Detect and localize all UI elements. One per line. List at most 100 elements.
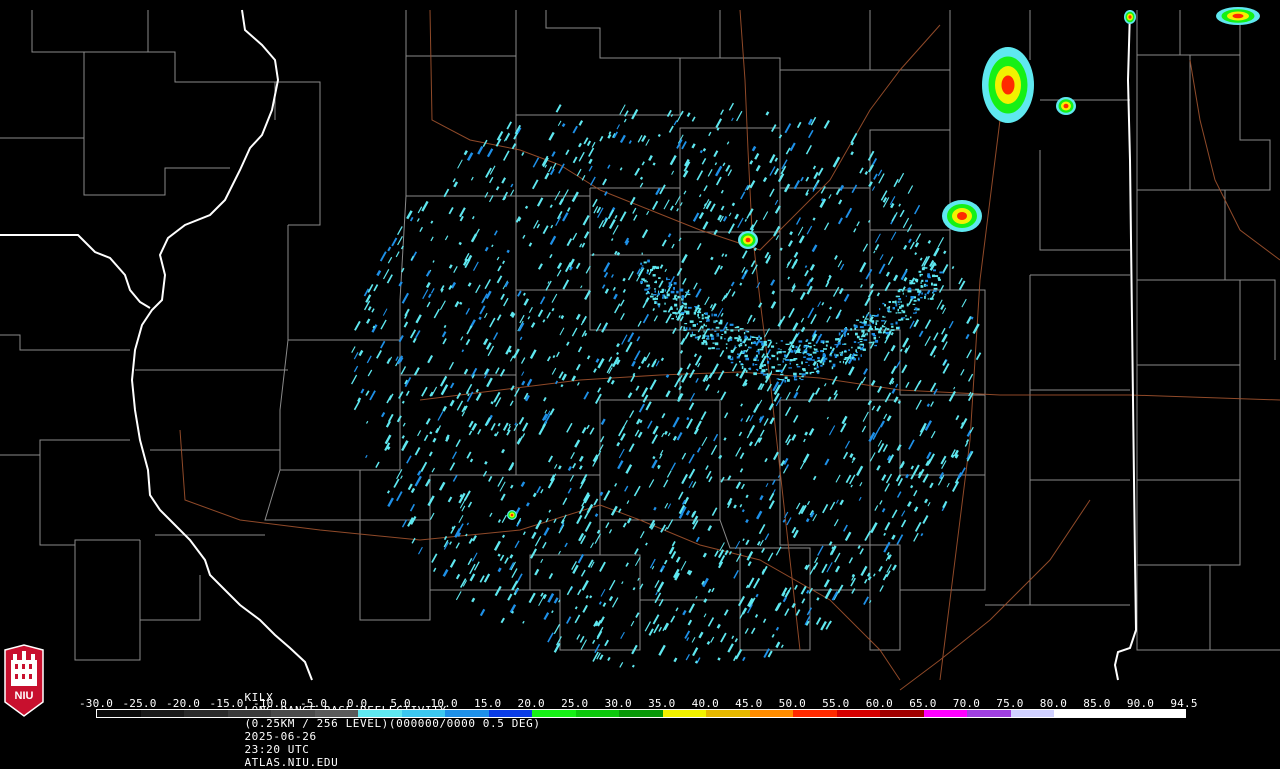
echo-pixel (748, 368, 750, 370)
colorbar-segment (706, 710, 750, 717)
echo-pixel (885, 331, 889, 335)
echo-streak (970, 316, 974, 320)
echo-pixel (751, 341, 753, 345)
echo-pixel (777, 364, 781, 366)
echo-streak (742, 538, 745, 542)
echo-streak (657, 133, 661, 138)
echo-streak (560, 315, 565, 320)
echo-pixel (731, 337, 733, 339)
echo-streak (653, 506, 657, 511)
echo-pixel (920, 297, 923, 299)
echo-pixel (725, 343, 728, 345)
echo-pixel (906, 303, 909, 307)
echo-pixel (806, 357, 810, 361)
echo-pixel (648, 287, 651, 289)
echo-pixel (802, 351, 804, 354)
echo-pixel (895, 303, 898, 307)
echo-pixel (657, 292, 660, 296)
echo-pixel (754, 364, 758, 366)
echo-pixel (914, 278, 919, 282)
echo-pixel (805, 371, 809, 375)
echo-pixel (735, 347, 737, 349)
echo-pixel (881, 324, 884, 327)
echo-streak (755, 593, 759, 598)
echo-pixel (923, 267, 928, 269)
echo-pixel (837, 338, 840, 341)
echo-pixel (727, 355, 731, 359)
echo-pixel (898, 288, 903, 291)
colorbar-segment (314, 710, 359, 717)
echo-pixel (793, 378, 798, 381)
storm-cell-layer (957, 212, 967, 220)
echo-streak (386, 490, 391, 494)
echo-pixel (933, 264, 937, 266)
echo-pixel (725, 326, 728, 329)
echo-pixel (748, 338, 751, 341)
echo-pixel (924, 293, 927, 296)
echo-pixel (730, 349, 733, 353)
echo-pixel (706, 319, 710, 322)
echo-pixel (814, 348, 818, 351)
echo-streak (490, 401, 494, 405)
echo-pixel (658, 305, 660, 308)
echo-streak (652, 455, 656, 460)
echo-pixel (854, 327, 857, 330)
echo-pixel (905, 318, 910, 321)
source-url: ATLAS.NIU.EDU (244, 756, 339, 769)
echo-pixel (782, 360, 784, 363)
echo-pixel (878, 336, 880, 338)
scan-time: 23:20 UTC (244, 743, 310, 756)
echo-pixel (881, 320, 885, 322)
echo-pixel (879, 308, 881, 311)
echo-pixel (888, 311, 892, 313)
echo-streak (478, 316, 482, 321)
echo-pixel (692, 324, 696, 327)
storm-cell-layer (1232, 13, 1244, 19)
echo-streak (903, 276, 908, 282)
echo-streak (506, 249, 510, 254)
echo-streak (864, 171, 869, 175)
echo-pixel (825, 344, 828, 347)
echo-streak (926, 403, 930, 407)
echo-streak (459, 301, 463, 305)
echo-streak (501, 534, 506, 539)
echo-streak (469, 458, 474, 463)
echo-streak (657, 464, 661, 469)
echo-pixel (778, 351, 782, 354)
echo-pixel (644, 288, 649, 291)
echo-pixel (743, 350, 747, 352)
echo-streak (509, 554, 514, 559)
echo-pixel (794, 349, 796, 353)
echo-pixel (734, 337, 738, 340)
echo-pixel (772, 355, 776, 357)
echo-pixel (779, 370, 781, 372)
echo-pixel (816, 363, 818, 366)
echo-pixel (705, 335, 709, 337)
echo-pixel (933, 287, 938, 290)
echo-pixel (816, 372, 820, 374)
echo-pixel (668, 289, 670, 292)
echo-pixel (750, 335, 752, 339)
echo-pixel (914, 296, 916, 299)
echo-streak (429, 431, 433, 435)
echo-pixel (689, 320, 694, 323)
echo-pixel (829, 360, 832, 363)
niu-logo: NIU (2, 644, 46, 718)
echo-pixel (676, 290, 679, 294)
echo-pixel (674, 295, 677, 299)
echo-pixel (911, 282, 916, 285)
echo-pixel (798, 340, 803, 343)
echo-streak (703, 598, 708, 603)
echo-streak (733, 504, 737, 509)
echo-pixel (848, 349, 850, 351)
echo-streak (961, 422, 965, 426)
echo-streak (465, 533, 468, 537)
echo-pixel (843, 358, 847, 360)
echo-pixel (808, 342, 812, 345)
echo-pixel (831, 366, 834, 370)
echo-streak (522, 292, 526, 296)
echo-pixel (761, 342, 764, 346)
echo-streak (905, 473, 910, 479)
echo-pixel (656, 301, 658, 304)
echo-pixel (808, 345, 812, 348)
